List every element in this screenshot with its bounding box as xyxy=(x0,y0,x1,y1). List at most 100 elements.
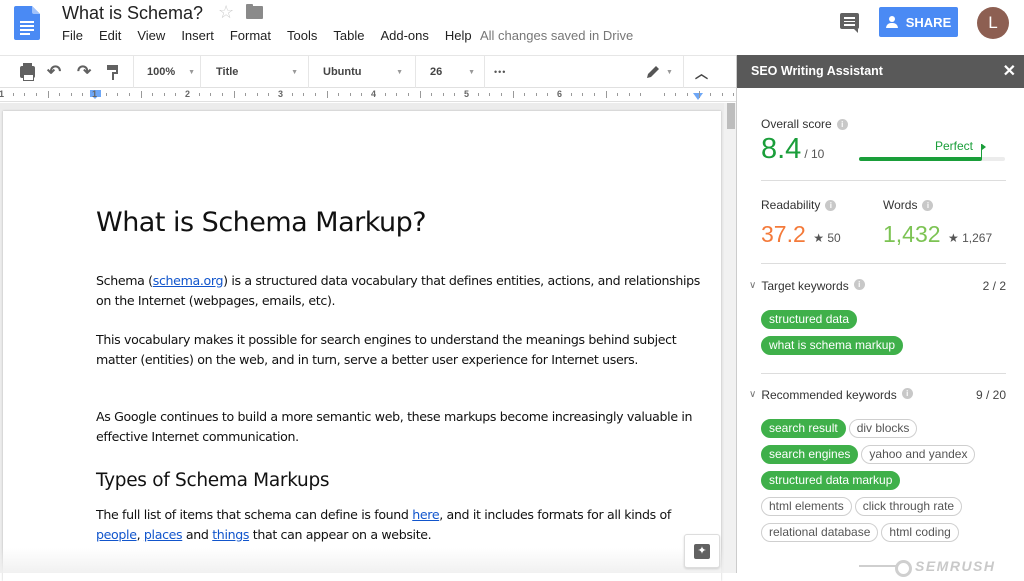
chevron-down-icon: ▼ xyxy=(666,68,673,76)
target-keywords-list: structured data what is schema markup xyxy=(761,310,1011,362)
paragraph[interactable]: As Google continues to build a more sema… xyxy=(96,407,706,446)
paragraph[interactable]: The full list of items that schema can d… xyxy=(96,505,706,544)
font-size-select[interactable]: 26 ▼ xyxy=(430,56,475,88)
readability-metric: 37.2 ★ 50 xyxy=(761,221,841,248)
scrollbar-thumb[interactable] xyxy=(727,103,735,129)
paragraph[interactable]: Schema (schema.org) is a structured data… xyxy=(96,271,706,310)
keyword-chip[interactable]: search result xyxy=(761,419,846,438)
chevron-down-icon: ▼ xyxy=(188,68,196,76)
keyword-chip[interactable]: yahoo and yandex xyxy=(861,445,976,464)
ruler-tick xyxy=(326,91,328,98)
link-things[interactable]: things xyxy=(212,527,249,542)
overall-score: 8.4/ 10 xyxy=(761,133,824,166)
perfect-label: Perfect xyxy=(935,139,974,153)
info-icon[interactable]: i xyxy=(836,119,848,131)
link-people[interactable]: people xyxy=(96,527,137,542)
keyword-chip[interactable]: click through rate xyxy=(854,497,963,516)
ruler-tick xyxy=(128,93,130,96)
paint-format-button[interactable] xyxy=(107,56,119,88)
menu-view[interactable]: View xyxy=(137,28,165,43)
target-keywords-header[interactable]: ∨ Target keywords i 2 / 2 xyxy=(749,279,1006,293)
recommended-keywords-header[interactable]: ∨ Recommended keywords i 9 / 20 xyxy=(749,388,1006,402)
print-button[interactable] xyxy=(20,56,35,88)
keyword-chip[interactable]: relational database xyxy=(761,523,879,542)
menu-insert[interactable]: Insert xyxy=(181,28,214,43)
chevron-down-icon: ▼ xyxy=(468,68,475,76)
menu-edit[interactable]: Edit xyxy=(99,28,121,43)
ruler-tick xyxy=(419,91,421,98)
ruler-tick xyxy=(663,93,665,96)
ruler-tick xyxy=(710,93,712,96)
overall-score-max: / 10 xyxy=(804,147,825,161)
redo-button[interactable]: ↷ xyxy=(77,56,91,88)
share-button[interactable]: SHARE xyxy=(879,7,958,37)
seo-writing-assistant-panel: SEO Writing Assistant ✕ Overall score i 8… xyxy=(736,55,1024,577)
info-icon[interactable]: i xyxy=(825,200,837,212)
target-keywords-label: Target keywords xyxy=(761,279,849,293)
keyword-chip[interactable]: structured data xyxy=(761,310,858,329)
ruler-tick xyxy=(489,93,491,96)
google-docs-logo-icon[interactable] xyxy=(14,6,40,40)
document-subheading[interactable]: Types of Schema Markups xyxy=(96,470,330,491)
menu-add-ons[interactable]: Add-ons xyxy=(380,28,428,43)
style-select[interactable]: Title ▼ xyxy=(216,56,298,88)
vertical-scrollbar[interactable] xyxy=(724,103,736,573)
close-icon[interactable]: ✕ xyxy=(1003,61,1016,81)
document-heading[interactable]: What is Schema Markup? xyxy=(96,207,427,238)
font-select[interactable]: Ubuntu ▼ xyxy=(323,56,403,88)
star-icon[interactable]: ☆ xyxy=(218,2,234,23)
ruler-tick xyxy=(314,93,316,96)
keyword-chip[interactable]: search engines xyxy=(761,445,859,464)
zoom-select[interactable]: 100% ▼ xyxy=(147,56,197,88)
comments-icon[interactable] xyxy=(840,13,859,33)
document-page[interactable]: What is Schema Markup? Schema (schema.or… xyxy=(3,111,721,581)
info-icon[interactable]: i xyxy=(853,279,865,290)
ruler-number: 5 xyxy=(464,89,470,99)
keyword-chip[interactable]: div blocks xyxy=(848,419,918,438)
ruler-tick xyxy=(570,93,572,96)
app-header: What is Schema? ☆ File Edit View Insert … xyxy=(0,0,1024,55)
collapse-toolbar-button[interactable]: ︿ xyxy=(695,56,708,88)
zoom-value: 100% xyxy=(147,66,176,78)
menu-file[interactable]: File xyxy=(62,28,83,43)
keyword-chip[interactable]: html elements xyxy=(761,497,852,516)
words-target: ★ 1,267 xyxy=(948,231,992,245)
ruler-tick xyxy=(396,93,398,96)
text: The full list of items that schema can d… xyxy=(96,507,413,522)
text: , xyxy=(136,526,144,542)
explore-button[interactable]: ✦ xyxy=(684,534,720,568)
ruler-tick xyxy=(535,93,537,96)
ruler-number: 4 xyxy=(371,89,377,99)
semrush-logo: SEMRUSH xyxy=(859,558,996,577)
document-title[interactable]: What is Schema? xyxy=(62,3,203,24)
menu-table[interactable]: Table xyxy=(333,28,364,43)
ruler-tick xyxy=(24,93,26,96)
more-button[interactable]: ••• xyxy=(494,56,506,88)
keyword-chip[interactable]: structured data markup xyxy=(761,471,901,490)
keyword-chip[interactable]: what is schema markup xyxy=(761,336,904,355)
info-icon[interactable]: i xyxy=(922,200,934,212)
star-icon: ★ xyxy=(948,231,959,245)
text: that can appear on a website. xyxy=(249,526,432,542)
editing-mode-button[interactable]: ▼ xyxy=(645,56,673,88)
link-places[interactable]: places xyxy=(144,527,183,542)
info-icon[interactable]: i xyxy=(901,388,913,399)
paragraph[interactable]: This vocabulary makes it possible for se… xyxy=(96,330,706,369)
link-here[interactable]: here xyxy=(412,507,439,522)
menu-format[interactable]: Format xyxy=(230,28,271,43)
avatar[interactable]: L xyxy=(977,7,1009,39)
ruler-tick xyxy=(338,93,340,96)
menu-tools[interactable]: Tools xyxy=(287,28,317,43)
undo-icon: ↶ xyxy=(47,62,62,81)
undo-button[interactable]: ↶ xyxy=(47,56,61,88)
menu-help[interactable]: Help xyxy=(445,28,472,43)
divider xyxy=(761,373,1006,374)
ruler[interactable]: 1 1 2 3 4 5 6 xyxy=(0,88,736,102)
ruler-tick xyxy=(407,93,409,96)
keyword-chip[interactable]: html coding xyxy=(881,523,959,542)
save-status[interactable]: All changes saved in Drive xyxy=(480,28,633,43)
ruler-tick xyxy=(733,93,735,96)
document-canvas: What is Schema Markup? Schema (schema.or… xyxy=(0,103,736,581)
link-schema-org[interactable]: schema.org xyxy=(153,273,224,288)
folder-icon[interactable] xyxy=(246,4,263,19)
